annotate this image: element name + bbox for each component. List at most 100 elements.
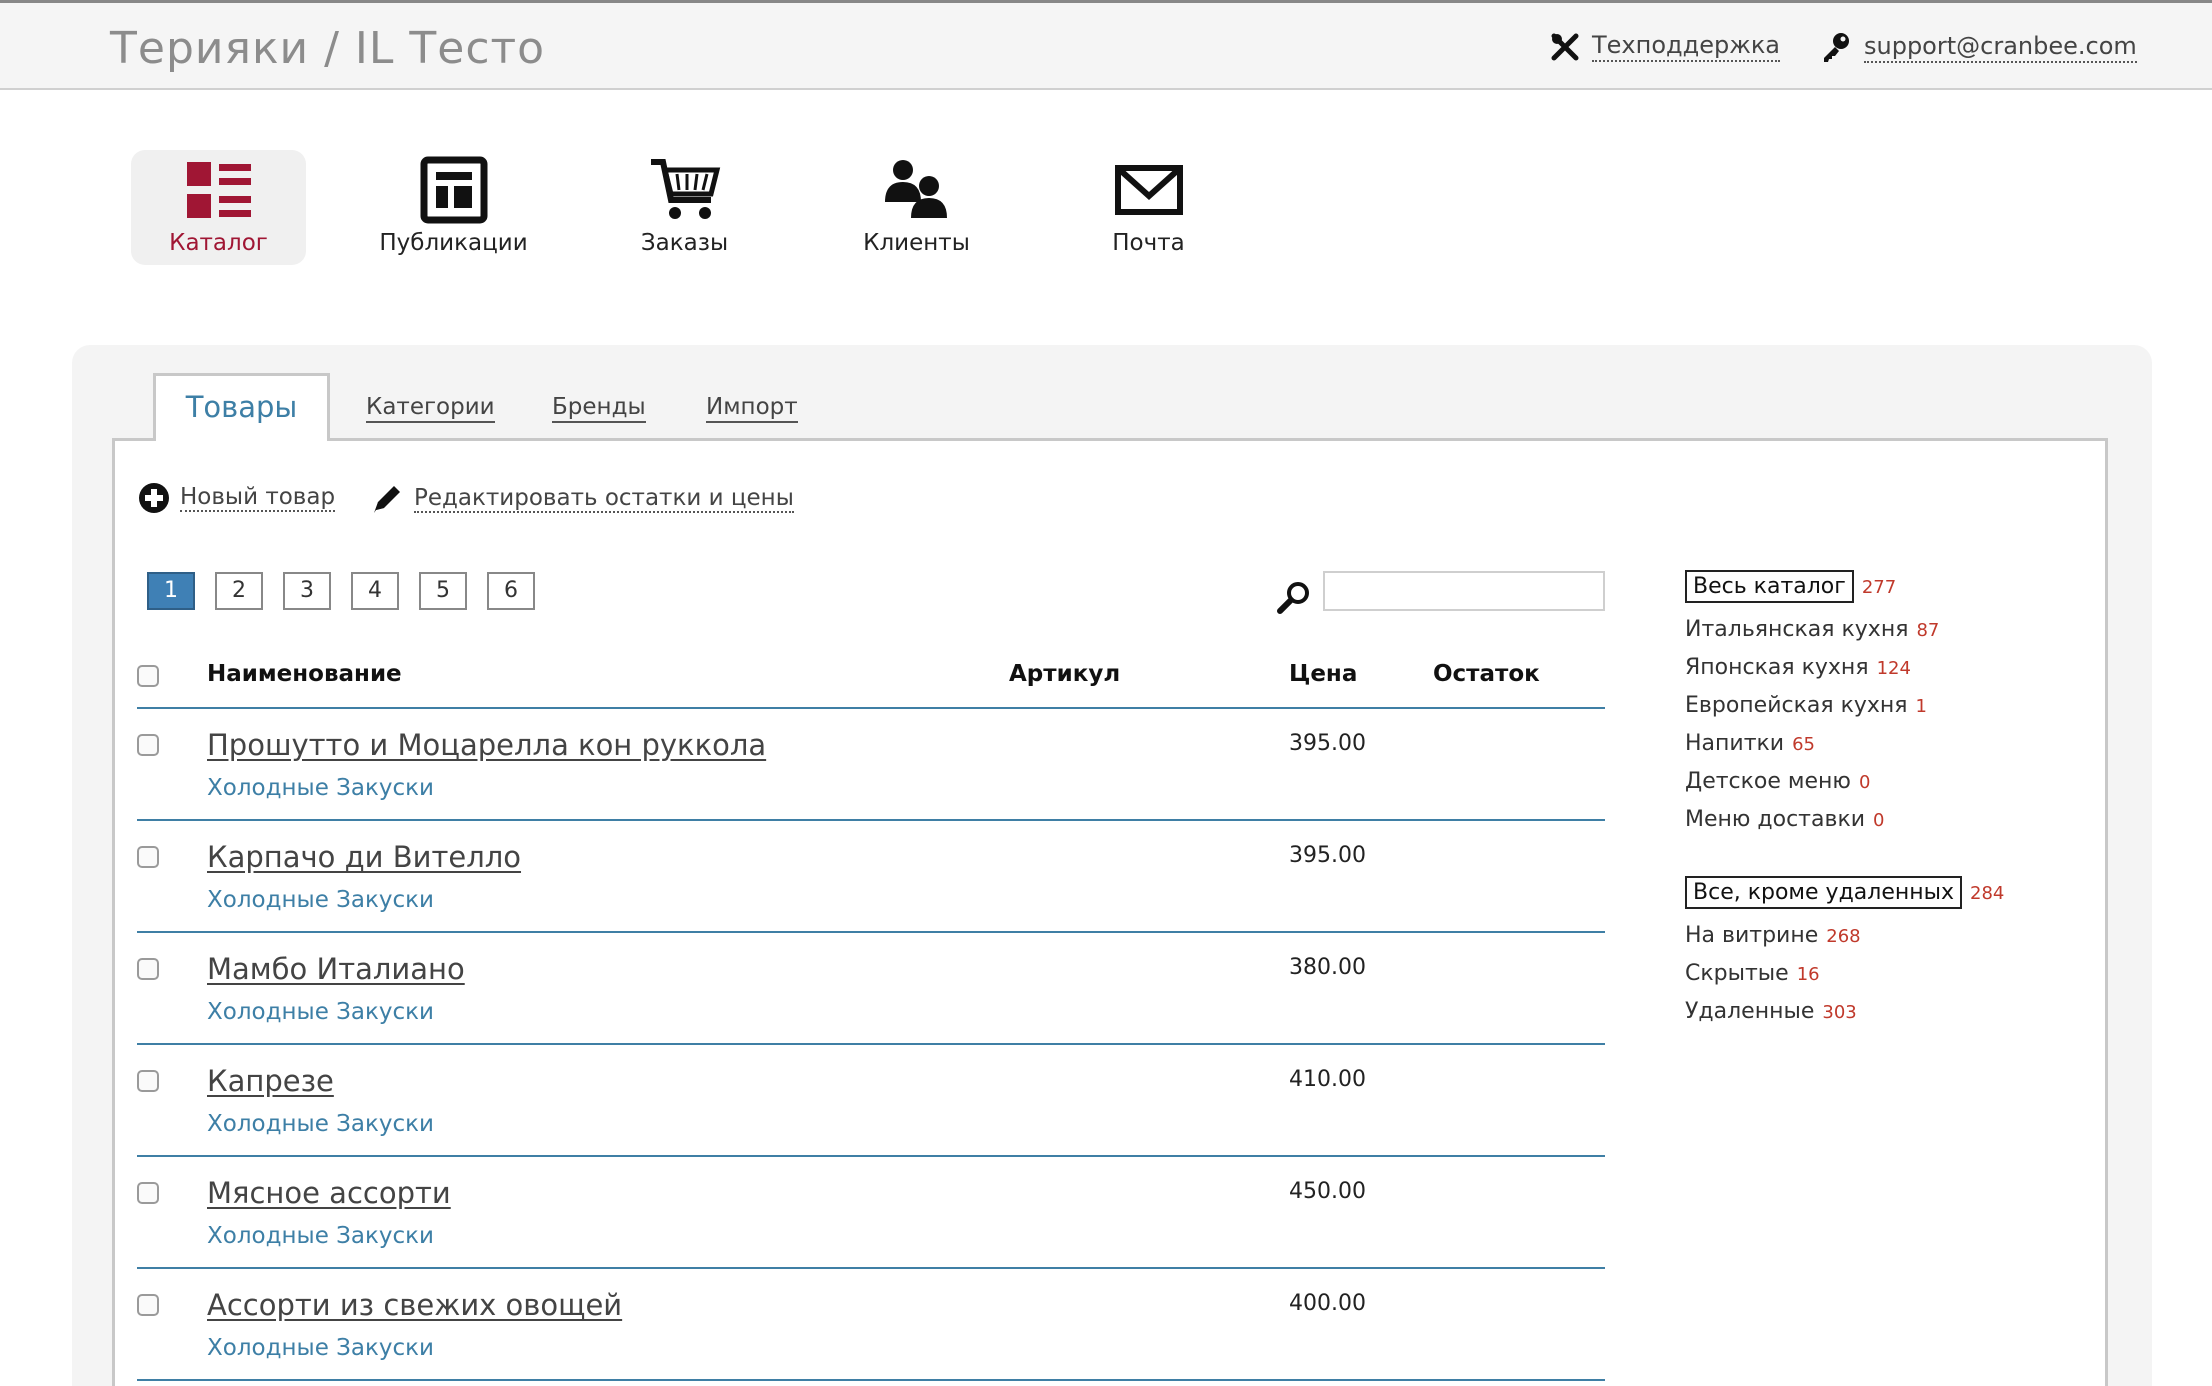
filter-delivery-menu[interactable]: Меню доставки 0 [1685, 807, 1884, 832]
product-name-link[interactable]: Карпачо ди Вителло [207, 840, 521, 874]
tab-products[interactable]: Товары [153, 373, 330, 441]
filter-count: 124 [1876, 658, 1911, 679]
search-icon[interactable] [1276, 580, 1312, 616]
filter-label: Весь каталог [1685, 570, 1854, 603]
page-button[interactable]: 6 [487, 572, 535, 610]
filter-count: 0 [1858, 772, 1871, 793]
product-price: 450.00 [1289, 1179, 1366, 1204]
cart-icon [650, 159, 720, 219]
filter-count: 268 [1826, 926, 1861, 947]
page-button[interactable]: 3 [283, 572, 331, 610]
filter-drinks[interactable]: Напитки 65 [1685, 731, 1815, 756]
page-button[interactable]: 4 [351, 572, 399, 610]
product-category: Холодные Закуски [207, 775, 434, 801]
product-name-link[interactable]: Мясное ассорти [207, 1176, 451, 1210]
product-category: Холодные Закуски [207, 999, 434, 1025]
nav-label: Каталог [169, 230, 268, 256]
tab-brands[interactable]: Бренды [552, 393, 646, 423]
column-header-sku[interactable]: Артикул [1009, 661, 1120, 687]
product-price: 395.00 [1289, 843, 1366, 868]
filter-label: Удаленные [1685, 999, 1815, 1024]
product-category: Холодные Закуски [207, 1335, 434, 1361]
email-label: support@cranbee.com [1864, 32, 2137, 63]
product-name-link[interactable]: Мамбо Италиано [207, 952, 465, 986]
new-product-button[interactable]: Новый товар [138, 482, 336, 514]
filter-european[interactable]: Европейская кухня 1 [1685, 693, 1927, 718]
filter-all-except-deleted[interactable]: Все, кроме удаленных 284 [1685, 876, 2004, 909]
filter-label: На витрине [1685, 923, 1819, 948]
filter-count: 0 [1873, 810, 1885, 831]
new-product-label: Новый товар [180, 484, 336, 512]
filter-japanese[interactable]: Японская кухня 124 [1685, 655, 1911, 680]
filter-count: 303 [1822, 1002, 1857, 1023]
filter-label: Итальянская кухня [1685, 617, 1909, 642]
clients-icon [884, 160, 947, 218]
column-header-name[interactable]: Наименование [207, 661, 402, 687]
row-checkbox[interactable] [137, 734, 159, 756]
page-button[interactable]: 2 [215, 572, 263, 610]
filter-deleted[interactable]: Удаленные 303 [1685, 999, 1857, 1024]
filter-hidden[interactable]: Скрытые 16 [1685, 961, 1820, 986]
select-all-checkbox[interactable] [137, 665, 159, 687]
nav-label: Почта [1112, 230, 1185, 256]
filter-count: 16 [1796, 964, 1820, 985]
page-button[interactable]: 1 [147, 572, 195, 610]
search-input[interactable] [1323, 571, 1605, 611]
filter-label: Меню доставки [1685, 807, 1866, 832]
key-icon [1824, 33, 1849, 62]
support-link[interactable]: Техподдержка [1550, 31, 1781, 62]
page-button[interactable]: 5 [419, 572, 467, 610]
table-divider [137, 1267, 1605, 1269]
mail-icon [1114, 165, 1183, 215]
catalog-icon [186, 162, 251, 218]
row-checkbox[interactable] [137, 958, 159, 980]
product-name-link[interactable]: Капрезе [207, 1064, 334, 1098]
email-link[interactable]: support@cranbee.com [1820, 31, 2137, 63]
support-label: Техподдержка [1592, 31, 1781, 62]
table-divider [137, 819, 1605, 821]
product-name-link[interactable]: Ассорти из свежих овощей [207, 1288, 622, 1322]
nav-catalog[interactable]: Каталог [131, 150, 306, 265]
filter-on-display[interactable]: На витрине 268 [1685, 923, 1861, 948]
product-price: 395.00 [1289, 731, 1366, 756]
nav-publications[interactable]: Публикации [366, 150, 541, 265]
column-header-price[interactable]: Цена [1289, 661, 1357, 687]
filter-kids-menu[interactable]: Детское меню 0 [1685, 769, 1870, 794]
column-header-stock[interactable]: Остаток [1433, 661, 1540, 687]
tab-import[interactable]: Импорт [706, 393, 798, 423]
filter-label: Напитки [1685, 731, 1785, 756]
nav-clients[interactable]: Клиенты [829, 150, 1004, 265]
product-price: 400.00 [1289, 1291, 1366, 1316]
filter-label: Все, кроме удаленных [1685, 876, 1963, 909]
tab-categories[interactable]: Категории [366, 393, 495, 423]
product-price: 410.00 [1289, 1067, 1366, 1092]
edit-stock-label: Редактировать остатки и цены [414, 485, 794, 513]
row-checkbox[interactable] [137, 1294, 159, 1316]
plus-circle-icon [139, 483, 169, 513]
tools-icon [1551, 33, 1579, 60]
table-divider [137, 1379, 1605, 1381]
filter-label: Детское меню [1685, 769, 1851, 794]
table-divider [137, 1043, 1605, 1045]
nav-mail[interactable]: Почта [1061, 150, 1236, 265]
nav-orders[interactable]: Заказы [597, 150, 772, 265]
pencil-icon [374, 486, 400, 513]
row-checkbox[interactable] [137, 1070, 159, 1092]
product-category: Холодные Закуски [207, 1111, 434, 1137]
nav-label: Заказы [640, 230, 729, 256]
edit-stock-button[interactable]: Редактировать остатки и цены [370, 482, 794, 516]
product-name-link[interactable]: Прошутто и Моцарелла кон руккола [207, 728, 766, 762]
filter-all-catalog[interactable]: Весь каталог 277 [1685, 570, 1897, 603]
filter-label: Скрытые [1685, 961, 1789, 986]
tabs-divider [112, 438, 2108, 441]
filter-italian[interactable]: Итальянская кухня 87 [1685, 617, 1939, 642]
table-divider [137, 1155, 1605, 1157]
top-header: Терияки / IL Тесто Техподдержка support@… [0, 0, 2212, 90]
row-checkbox[interactable] [137, 1182, 159, 1204]
filter-count: 277 [1861, 577, 1897, 598]
publications-icon [420, 156, 487, 224]
table-divider [137, 931, 1605, 933]
nav-label: Клиенты [863, 230, 970, 256]
table-divider [137, 707, 1605, 709]
row-checkbox[interactable] [137, 846, 159, 868]
